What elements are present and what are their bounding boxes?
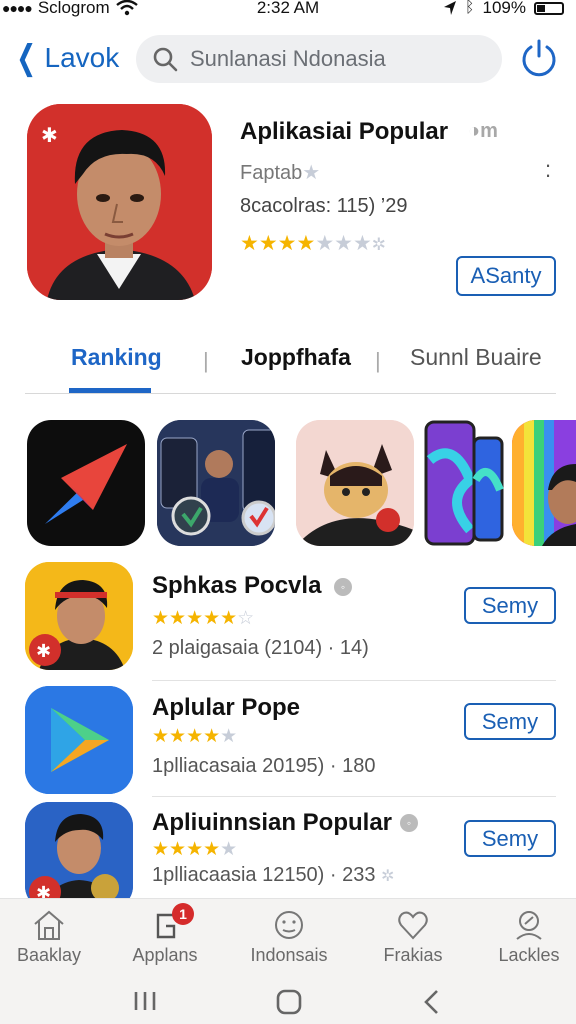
tabbar-label: Applans <box>132 945 198 965</box>
battery-percent: 109% <box>482 0 526 17</box>
system-navigation-bar <box>0 980 576 1024</box>
app-rating-3: ★★★★★ <box>152 838 237 861</box>
chevron-left-icon: ❮ <box>16 39 37 77</box>
star-empty-icon: ★ <box>220 726 238 747</box>
strip-app-rainbow[interactable] <box>512 420 576 546</box>
heart-icon <box>398 911 428 940</box>
bluetooth-icon: ᛒ <box>464 0 475 16</box>
smiley-icon <box>275 911 303 939</box>
star-icon: ★★★★ <box>152 839 221 860</box>
verified-badge-icon: ◦ <box>400 814 418 832</box>
star-icon: ★ <box>302 162 321 184</box>
star-icon: ★★★★ <box>240 232 316 255</box>
app-1-portrait: ✱ <box>25 562 133 670</box>
search-bar[interactable] <box>136 35 502 83</box>
search-person-icon <box>516 911 542 940</box>
battery-icon <box>534 1 564 15</box>
tabbar-item-apps[interactable]: 1 Applans <box>110 903 220 966</box>
get-button-1[interactable]: Semy <box>464 587 556 624</box>
power-icon[interactable] <box>520 38 558 78</box>
notification-badge: 1 <box>172 903 194 925</box>
get-button-3[interactable]: Semy <box>464 820 556 857</box>
character-image <box>296 420 414 546</box>
star-icon: ★★★★★ <box>152 608 238 629</box>
tab-third[interactable]: Sunnl Buaire <box>410 344 542 371</box>
location-icon <box>443 1 456 15</box>
app-title-1: Sphkas Pocvla <box>152 572 322 599</box>
star-empty-icon: ☆ <box>237 608 255 629</box>
back-button[interactable]: ❮ Lavok <box>12 38 119 78</box>
back-label: Lavok <box>44 42 120 73</box>
featured-badge: ◑m <box>468 120 498 142</box>
strip-app-phones[interactable] <box>424 420 504 546</box>
tab-ranking[interactable]: Ranking <box>71 344 162 371</box>
featured-rating: ★★★★★★★✲ <box>240 231 386 256</box>
tab-second[interactable]: Joppfhafa <box>241 344 351 371</box>
featured-meta: 8cacolras: 115) ’29 <box>240 195 408 217</box>
tab-divider: | <box>203 348 209 373</box>
search-icon <box>153 47 178 72</box>
portrait-image: ✱ <box>27 104 212 300</box>
svg-text:✱: ✱ <box>36 641 51 662</box>
back-nav-icon[interactable] <box>420 988 444 1016</box>
home-button-icon[interactable] <box>275 988 303 1016</box>
tabbar-label: Lackles <box>498 945 560 965</box>
strip-app-arrow[interactable] <box>27 420 145 546</box>
verified-badge-icon: ◦ <box>334 578 352 596</box>
tabbar-label: Indonsais <box>250 945 328 965</box>
app-title-3: Apliuinnsian Popular <box>152 809 393 836</box>
app-icon-2[interactable] <box>25 686 133 794</box>
featured-app-icon[interactable]: ✱ <box>27 104 212 300</box>
featured-subtitle-text: Faptab <box>240 162 303 184</box>
star-empty-icon: ★★★ <box>315 232 372 255</box>
featured-title: Aplikasiai Popular <box>240 118 449 145</box>
get-button-2[interactable]: Semy <box>464 703 556 740</box>
app-icon-3[interactable]: ✱ <box>25 802 133 910</box>
strip-app-character[interactable] <box>296 420 414 546</box>
tabbar-item-lackles[interactable]: Lackles <box>474 909 576 966</box>
app-title-2: Aplular Pope <box>152 694 301 721</box>
tab-active-indicator <box>69 388 151 393</box>
app-rating-1: ★★★★★☆ <box>152 607 254 630</box>
tabbar-item-home[interactable]: Baaklay <box>0 909 104 966</box>
tabbar-label: Baaklay <box>16 945 82 965</box>
strip-app-gaming[interactable] <box>157 420 275 546</box>
sparkle-icon: ✲ <box>371 235 387 254</box>
home-icon <box>34 910 64 940</box>
recents-icon[interactable] <box>130 988 160 1014</box>
app-3-portrait: ✱ <box>25 802 133 910</box>
gaming-collage-image <box>157 420 275 546</box>
tabbar-item-indonsais[interactable]: Indonsais <box>234 909 344 966</box>
tab-divider: | <box>375 348 381 373</box>
arrow-logo-icon <box>45 444 127 524</box>
app-meta-3: 1plliacaasia 12150) · 233 ✲ <box>152 864 394 887</box>
play-logo-icon <box>25 686 133 794</box>
app-rating-2: ★★★★★ <box>152 725 237 748</box>
app-meta-1: 2 plaigasaia (2104) · 14) <box>152 637 369 659</box>
status-bar: ●●●● Sclogrom 2:32 AM ᛒ 109% <box>0 0 576 20</box>
segment-tabs: Ranking | Joppfhafa | Sunnl Buaire <box>25 336 556 394</box>
bottom-tab-bar: Baaklay 1 Applans Indonsais Frakias Lack… <box>0 898 576 980</box>
rainbow-portrait-image <box>512 420 576 546</box>
more-options-icon[interactable]: · · <box>541 154 555 186</box>
star-empty-icon: ★ <box>220 839 238 860</box>
app-icon-1[interactable]: ✱ <box>25 562 133 670</box>
tabbar-item-frakias[interactable]: Frakias <box>358 909 468 966</box>
app-meta-2: 1plliacasaia 20195) · 180 <box>152 755 376 777</box>
star-icon: ★★★★ <box>152 726 221 747</box>
app-meta-3-text: 1plliacaasia 12150) · 233 <box>152 864 376 886</box>
row-divider <box>152 680 556 681</box>
featured-subtitle: Faptab★ <box>240 160 320 185</box>
search-input[interactable] <box>190 46 490 72</box>
svg-text:✱: ✱ <box>41 123 58 147</box>
featured-action-button[interactable]: ASanty <box>456 256 556 296</box>
phones-image <box>424 420 504 546</box>
row-divider <box>152 796 556 797</box>
sparkle-icon: ✲ <box>381 868 395 885</box>
tabbar-label: Frakias <box>383 945 443 965</box>
